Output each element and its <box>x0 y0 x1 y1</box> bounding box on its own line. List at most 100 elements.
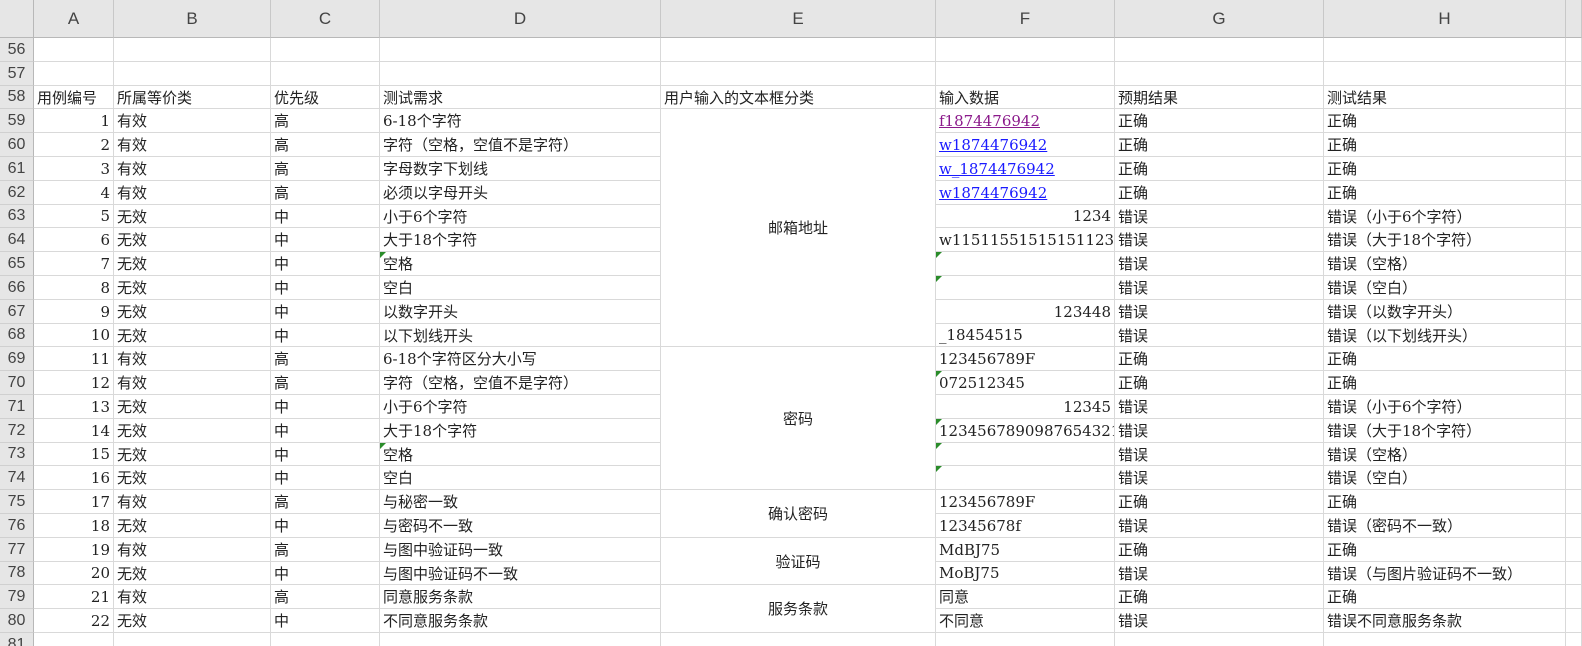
cell-e81[interactable] <box>661 633 936 646</box>
cell-d57[interactable] <box>380 62 661 86</box>
cell-b76[interactable]: 无效 <box>114 514 271 538</box>
cell-h74[interactable]: 错误（空白） <box>1324 466 1566 490</box>
cell-b66[interactable]: 无效 <box>114 276 271 300</box>
cell-d58[interactable]: 测试需求 <box>380 86 661 109</box>
cell-a57[interactable] <box>34 62 114 86</box>
cell-h73[interactable]: 错误（空格） <box>1324 443 1566 466</box>
row-header-67[interactable]: 67 <box>0 300 34 324</box>
cell-d76[interactable]: 与密码不一致 <box>380 514 661 538</box>
row-header-80[interactable]: 80 <box>0 609 34 633</box>
cell-a64[interactable]: 6 <box>34 228 114 252</box>
cell-f75[interactable]: 123456789F <box>936 490 1115 514</box>
cell-i63[interactable] <box>1566 205 1582 228</box>
cell-b81[interactable] <box>114 633 271 646</box>
cell-g57[interactable] <box>1115 62 1324 86</box>
row-header-65[interactable]: 65 <box>0 252 34 276</box>
cell-d75[interactable]: 与秘密一致 <box>380 490 661 514</box>
cell-h71[interactable]: 错误（小于6个字符） <box>1324 395 1566 419</box>
cell-g73[interactable]: 错误 <box>1115 443 1324 466</box>
cell-f81[interactable] <box>936 633 1115 646</box>
cell-h58[interactable]: 测试结果 <box>1324 86 1566 109</box>
column-header-a[interactable]: A <box>34 0 114 38</box>
cell-h76[interactable]: 错误（密码不一致） <box>1324 514 1566 538</box>
cell-g81[interactable] <box>1115 633 1324 646</box>
cell-c71[interactable]: 中 <box>271 395 380 419</box>
cell-b61[interactable]: 有效 <box>114 157 271 181</box>
row-header-68[interactable]: 68 <box>0 324 34 347</box>
cell-c70[interactable]: 高 <box>271 371 380 395</box>
cell-d62[interactable]: 必须以字母开头 <box>380 181 661 205</box>
cell-f63[interactable]: 1234 <box>936 205 1115 228</box>
row-header-57[interactable]: 57 <box>0 62 34 86</box>
cell-b59[interactable]: 有效 <box>114 109 271 133</box>
column-header-g[interactable]: G <box>1115 0 1324 38</box>
cell-a58[interactable]: 用例编号 <box>34 86 114 109</box>
cell-b63[interactable]: 无效 <box>114 205 271 228</box>
cell-h70[interactable]: 正确 <box>1324 371 1566 395</box>
row-header-64[interactable]: 64 <box>0 228 34 252</box>
row-header-58[interactable]: 58 <box>0 86 34 109</box>
cell-c80[interactable]: 中 <box>271 609 380 633</box>
column-header-e[interactable]: E <box>661 0 936 38</box>
cell-a72[interactable]: 14 <box>34 419 114 443</box>
cell-h75[interactable]: 正确 <box>1324 490 1566 514</box>
cell-g61[interactable]: 正确 <box>1115 157 1324 181</box>
merged-cell-1[interactable]: 邮箱地址 <box>661 109 936 347</box>
row-header-60[interactable]: 60 <box>0 133 34 157</box>
cell-g80[interactable]: 错误 <box>1115 609 1324 633</box>
cell-h59[interactable]: 正确 <box>1324 109 1566 133</box>
cell-f80[interactable]: 不同意 <box>936 609 1115 633</box>
cell-a70[interactable]: 12 <box>34 371 114 395</box>
cell-h60[interactable]: 正确 <box>1324 133 1566 157</box>
cell-i67[interactable] <box>1566 300 1582 324</box>
cell-c60[interactable]: 高 <box>271 133 380 157</box>
row-header-76[interactable]: 76 <box>0 514 34 538</box>
cell-f78[interactable]: MoBJ75 <box>936 562 1115 585</box>
cell-a79[interactable]: 21 <box>34 585 114 609</box>
cell-i66[interactable] <box>1566 276 1582 300</box>
cell-c59[interactable]: 高 <box>271 109 380 133</box>
cell-i62[interactable] <box>1566 181 1582 205</box>
cell-a56[interactable] <box>34 38 114 62</box>
cell-f58[interactable]: 输入数据 <box>936 86 1115 109</box>
cell-f71[interactable]: 12345 <box>936 395 1115 419</box>
cell-d77[interactable]: 与图中验证码一致 <box>380 538 661 562</box>
cell-c56[interactable] <box>271 38 380 62</box>
cell-c79[interactable]: 高 <box>271 585 380 609</box>
row-header-61[interactable]: 61 <box>0 157 34 181</box>
cell-d78[interactable]: 与图中验证码不一致 <box>380 562 661 585</box>
cell-d63[interactable]: 小于6个字符 <box>380 205 661 228</box>
cell-a66[interactable]: 8 <box>34 276 114 300</box>
cell-c81[interactable] <box>271 633 380 646</box>
cell-d81[interactable] <box>380 633 661 646</box>
cell-g72[interactable]: 错误 <box>1115 419 1324 443</box>
cell-h81[interactable] <box>1324 633 1566 646</box>
cell-g71[interactable]: 错误 <box>1115 395 1324 419</box>
cell-d60[interactable]: 字符（空格，空值不是字符） <box>380 133 661 157</box>
cell-i59[interactable] <box>1566 109 1582 133</box>
cell-f61[interactable]: w_1874476942 <box>936 157 1115 181</box>
cell-c72[interactable]: 中 <box>271 419 380 443</box>
merged-cell-3[interactable]: 确认密码 <box>661 490 936 538</box>
cell-g58[interactable]: 预期结果 <box>1115 86 1324 109</box>
cell-g68[interactable]: 错误 <box>1115 324 1324 347</box>
cell-h68[interactable]: 错误（以下划线开头） <box>1324 324 1566 347</box>
cell-a69[interactable]: 11 <box>34 347 114 371</box>
cell-i77[interactable] <box>1566 538 1582 562</box>
cell-b78[interactable]: 无效 <box>114 562 271 585</box>
cell-f74[interactable] <box>936 466 1115 490</box>
row-header-59[interactable]: 59 <box>0 109 34 133</box>
cell-f56[interactable] <box>936 38 1115 62</box>
cell-f67[interactable]: 123448 <box>936 300 1115 324</box>
cell-c61[interactable]: 高 <box>271 157 380 181</box>
cell-i81[interactable] <box>1566 633 1582 646</box>
row-header-71[interactable]: 71 <box>0 395 34 419</box>
cell-f66[interactable] <box>936 276 1115 300</box>
column-header-c[interactable]: C <box>271 0 380 38</box>
cell-h78[interactable]: 错误（与图片验证码不一致） <box>1324 562 1566 585</box>
cell-b68[interactable]: 无效 <box>114 324 271 347</box>
cell-a62[interactable]: 4 <box>34 181 114 205</box>
cell-i64[interactable] <box>1566 228 1582 252</box>
merged-cell-5[interactable]: 服务条款 <box>661 585 936 633</box>
cell-c58[interactable]: 优先级 <box>271 86 380 109</box>
